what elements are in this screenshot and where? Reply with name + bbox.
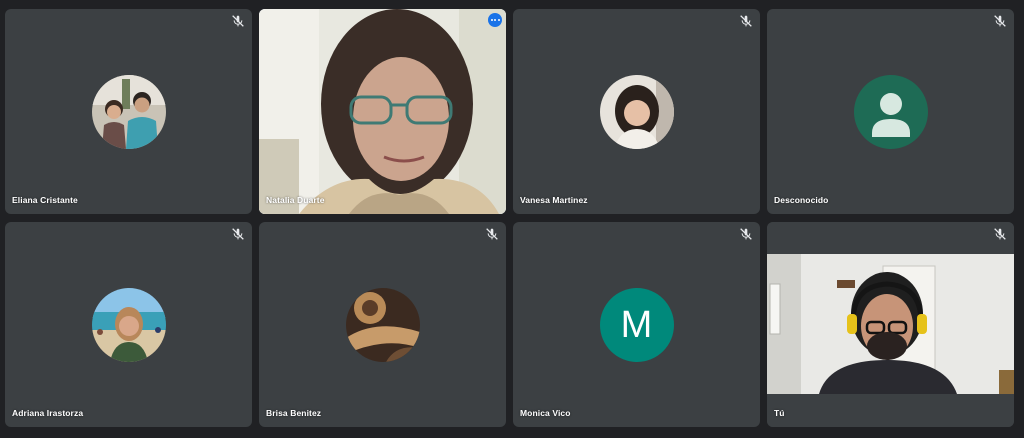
avatar xyxy=(345,287,420,362)
mic-off-icon xyxy=(486,228,498,240)
avatar-letter: M xyxy=(599,287,674,362)
participant-name: Desconocido xyxy=(774,195,829,205)
mic-off-icon xyxy=(740,228,752,240)
participant-tile-eliana[interactable]: Eliana Cristante xyxy=(5,9,252,214)
mic-off-icon xyxy=(232,228,244,240)
participant-name: Natalia Duarte xyxy=(266,195,325,205)
video-feed xyxy=(259,9,506,214)
participant-name: Adriana Irastorza xyxy=(12,408,84,418)
mic-off-icon xyxy=(232,15,244,27)
participant-tile-natalia[interactable]: Natalia Duarte xyxy=(259,9,506,214)
avatar xyxy=(599,74,674,149)
participant-name: Tú xyxy=(774,408,785,418)
meeting-grid: Eliana Cristante Natalia Duarte Vanesa M… xyxy=(0,0,1024,438)
participant-name: Eliana Cristante xyxy=(12,195,78,205)
participant-name: Monica Vico xyxy=(520,408,571,418)
avatar xyxy=(91,74,166,149)
mic-off-icon xyxy=(740,15,752,27)
generic-person-icon xyxy=(853,74,928,149)
avatar xyxy=(91,287,166,362)
more-options-icon[interactable] xyxy=(488,13,502,27)
participant-tile-monica[interactable]: M Monica Vico xyxy=(513,222,760,427)
mic-off-icon xyxy=(994,15,1006,27)
mic-off-icon xyxy=(994,228,1006,240)
participant-tile-adriana[interactable]: Adriana Irastorza xyxy=(5,222,252,427)
participant-tile-self[interactable]: Tú xyxy=(767,222,1014,427)
video-feed xyxy=(767,222,1014,427)
participant-tile-brisa[interactable]: Brisa Benitez xyxy=(259,222,506,427)
participant-tile-vanesa[interactable]: Vanesa Martinez xyxy=(513,9,760,214)
participant-name: Vanesa Martinez xyxy=(520,195,588,205)
participant-name: Brisa Benitez xyxy=(266,408,322,418)
participant-tile-desconocido[interactable]: Desconocido xyxy=(767,9,1014,214)
